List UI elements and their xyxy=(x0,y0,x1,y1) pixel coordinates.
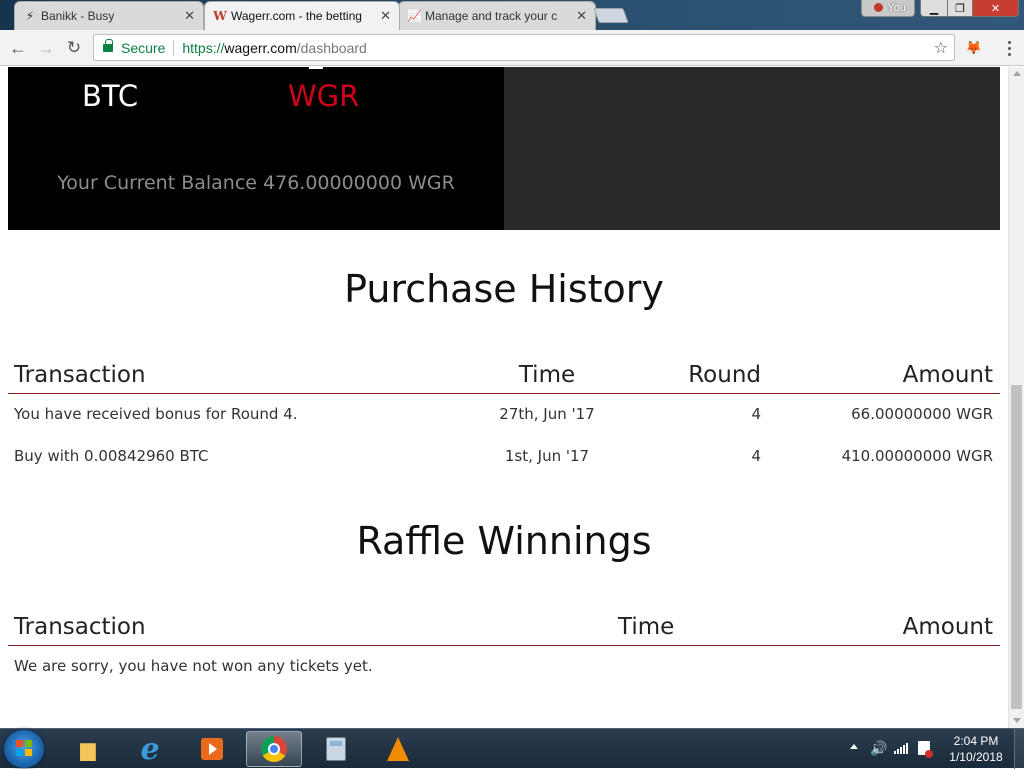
back-arrow-icon[interactable]: ← xyxy=(8,38,28,58)
metamask-fox-icon[interactable]: 🦊 xyxy=(965,39,983,57)
action-center-flag-icon[interactable] xyxy=(918,741,933,758)
column-header-transaction: Transaction xyxy=(14,614,146,640)
windows-taskbar: ▆ e 🔊 2:04 PM 1/10/2018 xyxy=(0,728,1024,769)
raffle-winnings-title: Raffle Winnings xyxy=(356,519,652,563)
cell-round: 4 xyxy=(751,447,761,465)
table-row: Buy with 0.00842960 BTC 1st, Jun '17 4 4… xyxy=(8,442,1000,472)
omnibox-divider xyxy=(173,39,175,56)
secure-label: Secure xyxy=(121,39,166,56)
column-header-round: Round xyxy=(688,362,761,388)
taskbar-clock[interactable]: 2:04 PM 1/10/2018 xyxy=(940,733,1012,765)
column-header-time: Time xyxy=(518,362,576,388)
url-path: /dashboard xyxy=(296,39,367,56)
purchase-history-title: Purchase History xyxy=(344,267,664,311)
url-scheme: https:// xyxy=(182,39,225,56)
balance-panel: BTC WGR Your Current Balance 476.0000000… xyxy=(8,67,504,230)
tab-title: Manage and track your c xyxy=(425,9,558,23)
lock-icon xyxy=(103,38,113,52)
network-signal-icon[interactable] xyxy=(894,742,908,754)
window-restore-button[interactable]: ❐ xyxy=(947,0,973,17)
tab-banikk[interactable]: ⚡ Banikk - Busy ✕ xyxy=(14,1,204,30)
scroll-down-arrow-icon[interactable] xyxy=(1013,718,1021,723)
forward-arrow-icon[interactable]: → xyxy=(36,38,56,58)
empty-state-row: We are sorry, you have not won any ticke… xyxy=(8,652,1000,682)
currency-wgr-label: WGR xyxy=(288,79,360,113)
chrome-icon[interactable] xyxy=(246,731,302,767)
raffle-winnings-header: Transaction Time Amount xyxy=(8,606,1000,646)
browser-tab-strip: ⚡ Banikk - Busy ✕ 📈 Manage and track you… xyxy=(0,0,1024,30)
bookmark-star-icon[interactable]: ☆ xyxy=(934,38,948,58)
cell-round: 4 xyxy=(751,405,761,423)
window-close-button[interactable]: ✕ xyxy=(972,0,1019,17)
cell-amount: 66.00000000 WGR xyxy=(851,405,993,423)
wagerr-w-icon: W xyxy=(213,9,227,23)
tab-title: Banikk - Busy xyxy=(41,9,115,23)
show-hidden-icons-icon[interactable] xyxy=(850,744,858,749)
column-header-time: Time xyxy=(618,614,675,640)
current-balance-text: Your Current Balance 476.00000000 WGR xyxy=(57,172,455,194)
show-desktop-button[interactable] xyxy=(1014,729,1024,769)
url-host: wagerr.com xyxy=(224,39,297,56)
media-player-icon[interactable] xyxy=(184,731,240,767)
profile-label: You xyxy=(887,2,906,14)
vlc-icon[interactable] xyxy=(370,731,426,767)
cell-amount: 410.00000000 WGR xyxy=(841,447,993,465)
cropped-heading-glyph xyxy=(308,67,326,69)
volume-icon[interactable]: 🔊 xyxy=(870,740,887,757)
bolt-icon: ⚡ xyxy=(25,9,35,23)
tab-close-icon[interactable]: ✕ xyxy=(576,8,587,24)
table-row: You have received bonus for Round 4. 27t… xyxy=(8,400,1000,430)
profile-avatar-icon xyxy=(874,3,883,12)
tab-title: Wagerr.com - the betting xyxy=(231,9,362,23)
clock-date: 1/10/2018 xyxy=(949,750,1003,764)
start-button[interactable] xyxy=(4,730,44,768)
file-explorer-icon[interactable]: ▆ xyxy=(60,731,116,767)
tab-manage-track[interactable]: 📈 Manage and track your c ✕ xyxy=(398,1,596,30)
address-bar[interactable]: Secure https:// wagerr.com /dashboard ☆ xyxy=(93,34,955,61)
system-tray: 🔊 2:04 PM 1/10/2018 xyxy=(834,729,1024,769)
empty-state-message: We are sorry, you have not won any ticke… xyxy=(14,657,373,675)
tab-close-icon[interactable]: ✕ xyxy=(380,8,391,24)
purchase-history-header: Transaction Time Round Amount xyxy=(8,354,1000,394)
tab-close-icon[interactable]: ✕ xyxy=(184,8,195,24)
internet-explorer-icon[interactable]: e xyxy=(122,731,178,767)
tab-wagerr[interactable]: W Wagerr.com - the betting ✕ xyxy=(204,1,400,30)
calculator-icon[interactable] xyxy=(308,731,364,767)
profile-button[interactable]: You xyxy=(861,0,915,17)
column-header-amount: Amount xyxy=(902,362,993,388)
hero-right-panel xyxy=(504,67,1000,230)
window-minimize-button[interactable]: ▁ xyxy=(920,0,948,17)
scroll-up-arrow-icon[interactable] xyxy=(1013,71,1021,76)
browser-menu-icon[interactable] xyxy=(1002,37,1016,59)
column-header-amount: Amount xyxy=(902,614,993,640)
new-tab-button[interactable] xyxy=(593,8,629,23)
page-scrollbar[interactable] xyxy=(1008,67,1024,728)
page-viewport: BTC WGR Your Current Balance 476.0000000… xyxy=(0,67,1008,728)
windows-logo-icon xyxy=(16,740,32,756)
clock-time: 2:04 PM xyxy=(953,734,999,748)
scrollbar-thumb[interactable] xyxy=(1011,385,1022,709)
chart-icon: 📈 xyxy=(407,9,422,23)
browser-toolbar: ← → ↻ Secure https:// wagerr.com /dashbo… xyxy=(0,30,1024,66)
reload-icon[interactable]: ↻ xyxy=(64,38,84,58)
currency-btc-label: BTC xyxy=(82,79,139,113)
